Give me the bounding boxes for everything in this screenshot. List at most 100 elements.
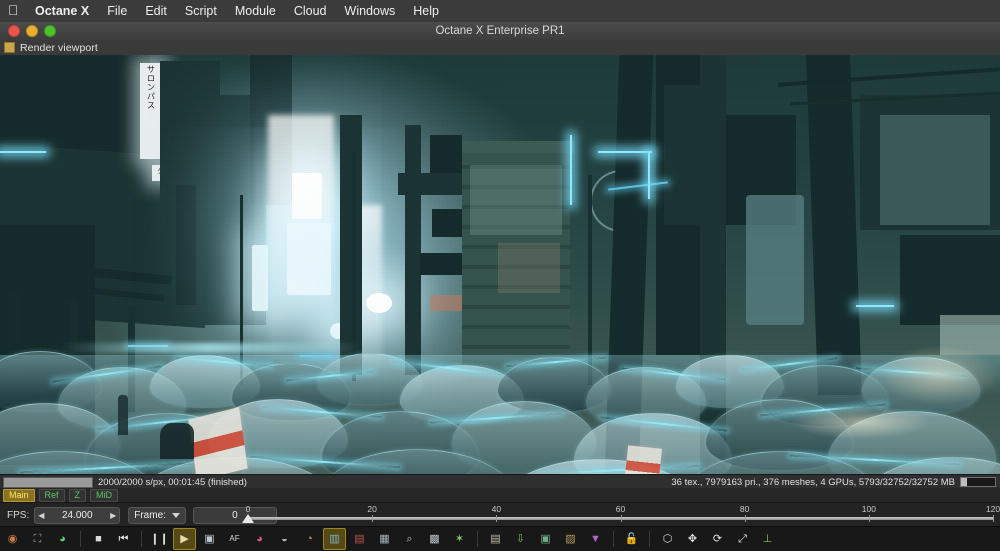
color-wheel-icon-glyph: ◕ — [256, 532, 263, 545]
color-sphere-icon[interactable]: ◕ — [51, 528, 74, 550]
timeline-tick-label: 60 — [615, 504, 626, 514]
region-render-icon[interactable]: ▤ — [348, 528, 371, 550]
play-button-glyph: ▶ — [180, 532, 189, 545]
pass-button-mid[interactable]: MiD — [90, 488, 119, 502]
timeline-tick-label: 20 — [367, 504, 377, 514]
sample-status-text: 2000/2000 s/px, 00:01:45 (finished) — [98, 476, 247, 488]
filter-cone-icon[interactable]: ▼ — [584, 528, 607, 550]
octane-x-application-window:  Octane X File Edit Script Module Cloud… — [0, 0, 1000, 551]
fps-decrement-icon[interactable]: ◀ — [38, 511, 44, 520]
gpu-memory-bar — [960, 477, 996, 487]
filter-cone-icon-glyph: ▼ — [590, 532, 601, 545]
anti-aliasing-icon-glyph: AF — [229, 534, 240, 543]
window-title-bar[interactable]: Octane X Enterprise PR1 — [0, 22, 1000, 41]
rewind-to-start-button-glyph: ⏮ — [118, 532, 129, 545]
fps-label: FPS: — [7, 509, 30, 521]
color-wheel-icon[interactable]: ◕ — [248, 528, 271, 550]
render-target-icon[interactable]: ◉ — [1, 528, 24, 550]
bounding-box-icon-glyph: ⬡ — [662, 532, 673, 545]
render-viewport-swatch-icon — [4, 42, 15, 53]
timeline-tick-label: 120 — [985, 504, 1000, 514]
menu-item-module[interactable]: Module — [226, 0, 285, 22]
scale-tool-icon[interactable]: ⤢ — [731, 528, 754, 550]
unlock-icon[interactable]: 🔓 — [620, 528, 643, 550]
menu-item-script[interactable]: Script — [176, 0, 226, 22]
fps-increment-icon[interactable]: ▶ — [110, 511, 116, 520]
separator-2 — [141, 531, 142, 547]
pass-button-ref[interactable]: Ref — [38, 488, 65, 502]
scale-tool-icon-glyph: ⤢ — [738, 532, 747, 545]
render-status-bar: 2000/2000 s/px, 00:01:45 (finished) 36 t… — [0, 474, 1000, 489]
pass-button-main[interactable]: Main — [3, 488, 35, 502]
camera-imager-icon[interactable]: ▥ — [323, 528, 346, 550]
unlock-icon-glyph: 🔓 — [624, 532, 639, 545]
timeline-tick — [744, 515, 746, 522]
panel-tab-bar: Render viewport — [0, 40, 1000, 56]
imager-icon[interactable]: ◒ — [273, 528, 296, 550]
frame-number-value: 0 — [232, 509, 238, 521]
imager-icon-glyph: ◒ — [281, 532, 288, 545]
alpha-checker-icon[interactable]: ▩ — [423, 528, 446, 550]
render-viewport[interactable]: サロンパス クロバに — [0, 55, 1000, 474]
apple-logo-icon[interactable]:  — [0, 3, 26, 19]
timeline-tick-label: 80 — [739, 504, 750, 514]
fps-stepper[interactable]: ◀ 24.000 ▶ — [34, 506, 121, 524]
post-processing-icon-glyph: ◔ — [306, 532, 313, 545]
move-tool-icon[interactable]: ✥ — [681, 528, 704, 550]
menu-item-octane-x[interactable]: Octane X — [26, 0, 98, 22]
timeline-tick — [496, 515, 498, 522]
region-render-icon-glyph: ▤ — [354, 532, 365, 545]
gpu-memory-fill — [961, 478, 968, 486]
texture-preview-icon-glyph: ▨ — [565, 532, 576, 545]
timeline-tick — [868, 515, 870, 522]
display-monitor-icon[interactable]: ▣ — [198, 528, 221, 550]
play-button[interactable]: ▶ — [173, 528, 196, 550]
pass-button-z[interactable]: Z — [68, 488, 87, 502]
axis-gizmo-icon[interactable]: ⊥ — [756, 528, 779, 550]
rotate-tool-icon[interactable]: ⟳ — [706, 528, 729, 550]
separator-3 — [477, 531, 478, 547]
lock-resolution-icon[interactable]: ▣ — [534, 528, 557, 550]
texture-preview-icon[interactable]: ▨ — [559, 528, 582, 550]
anti-aliasing-icon[interactable]: AF — [223, 528, 246, 550]
timeline-tick — [993, 515, 994, 522]
chevron-down-icon[interactable] — [171, 512, 180, 518]
display-monitor-icon-glyph: ▣ — [204, 532, 215, 545]
render-target-icon-glyph: ◉ — [7, 532, 18, 545]
menu-item-help[interactable]: Help — [404, 0, 448, 22]
fps-value[interactable]: 24.000 — [56, 510, 99, 521]
bounding-box-icon[interactable]: ⬡ — [656, 528, 679, 550]
node-graph-icon-glyph: ⛶ — [33, 532, 42, 545]
playhead-marker-icon[interactable] — [242, 514, 254, 523]
rendered-scene-image: サロンパス クロバに — [0, 55, 1000, 474]
pause-button[interactable]: ❙❙ — [148, 528, 171, 550]
export-render-icon-glyph: ⇩ — [515, 532, 526, 545]
node-graph-icon[interactable]: ⛶ — [26, 528, 49, 550]
crop-region-icon-glyph: ▦ — [379, 532, 390, 545]
separator-5 — [649, 531, 650, 547]
render-progress-fill — [4, 477, 92, 487]
menu-item-windows[interactable]: Windows — [336, 0, 405, 22]
tab-render-viewport[interactable]: Render viewport — [20, 42, 98, 54]
crop-region-icon[interactable]: ▦ — [373, 528, 396, 550]
render-toolbar: ◉ ⛶ ◕ ■ ⏮ ❙❙ ▶ ▣ AF ◕ ◒ ◔ ▥ ▤ ▦ ⌕ ▩ ✶ ▤ ⇩ ▣ ▨ ▼ 🔓 ⬡ ✥ ⟳ ⤢ ⊥ — [0, 526, 1000, 551]
focus-picker-icon[interactable]: ✶ — [448, 528, 471, 550]
timeline-tick-label: 40 — [491, 504, 502, 514]
render-progress-bar — [3, 476, 93, 488]
frame-label: Frame: — [134, 509, 166, 521]
pick-material-icon-glyph: ⌕ — [406, 532, 413, 545]
render-pass-bar: Main Ref Z MiD — [0, 488, 1000, 502]
rewind-to-start-button[interactable]: ⏮ — [112, 528, 135, 550]
separator-1 — [80, 531, 81, 547]
post-processing-icon[interactable]: ◔ — [298, 528, 321, 550]
timeline-ruler[interactable]: 0 20 40 60 80 100 120 — [242, 502, 1000, 526]
pick-material-icon[interactable]: ⌕ — [398, 528, 421, 550]
frame-dropdown[interactable]: Frame: — [128, 506, 186, 524]
separator-4 — [613, 531, 614, 547]
menu-item-cloud[interactable]: Cloud — [285, 0, 336, 22]
menu-item-file[interactable]: File — [98, 0, 136, 22]
menu-item-edit[interactable]: Edit — [136, 0, 176, 22]
export-render-icon[interactable]: ⇩ — [509, 528, 532, 550]
save-image-icon[interactable]: ▤ — [484, 528, 507, 550]
stop-button[interactable]: ■ — [87, 528, 110, 550]
